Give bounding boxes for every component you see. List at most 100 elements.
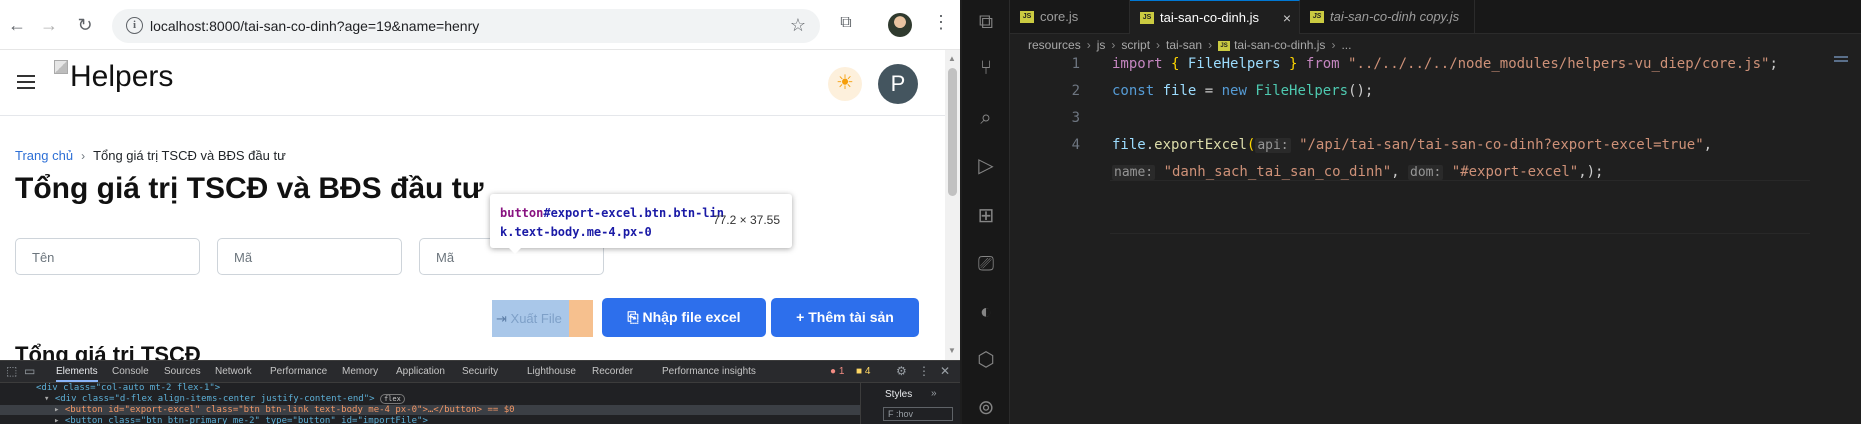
minimap[interactable]: [1834, 56, 1848, 66]
dom-node[interactable]: ▸ <button class="btn btn-primary me-2" t…: [54, 416, 428, 424]
token-identifier: file: [1162, 83, 1197, 99]
breadcrumb-chevron-icon: ›: [1156, 38, 1161, 52]
extensions-icon[interactable]: ⊞: [974, 204, 998, 228]
breadcrumb-segment[interactable]: script: [1121, 38, 1150, 52]
token-new: new: [1221, 83, 1247, 99]
import-label: Nhập file excel: [642, 309, 741, 325]
add-asset-button[interactable]: + Thêm tài sản: [771, 298, 919, 337]
token-identifier: FileHelpers: [1187, 56, 1281, 72]
token-punct: ();: [1348, 83, 1374, 99]
broken-image-icon: [54, 60, 68, 74]
breadcrumb-segment[interactable]: js: [1097, 38, 1106, 52]
breadcrumb-home[interactable]: Trang chủ: [15, 148, 73, 163]
user-avatar[interactable]: P: [878, 64, 918, 104]
devtools-tab-elements[interactable]: Elements: [56, 366, 98, 382]
flex-badge[interactable]: flex: [379, 394, 405, 404]
devtools-tab-console[interactable]: Console: [112, 366, 149, 377]
breadcrumb-chevron-icon: ›: [1111, 38, 1116, 52]
token-identifier: file: [1112, 137, 1146, 153]
scroll-down-icon[interactable]: ▼: [948, 346, 956, 355]
device-toolbar-icon[interactable]: ▭: [24, 364, 35, 378]
browser-menu-icon[interactable]: ⋮: [932, 12, 950, 33]
devtools-tab-lighthouse[interactable]: Lighthouse: [527, 366, 576, 377]
token-string: "#export-excel": [1451, 164, 1579, 180]
site-info-icon[interactable]: i: [126, 17, 143, 34]
page-scrollbar[interactable]: ▲ ▼: [945, 50, 960, 360]
remote-explorer-icon[interactable]: ⎚: [974, 252, 998, 276]
collapse-arrow-icon[interactable]: ▸: [54, 416, 65, 424]
scroll-up-icon[interactable]: ▲: [948, 54, 956, 63]
dom-node-text: <button class="btn btn-primary me-2" typ…: [64, 416, 428, 424]
git-graph-icon[interactable]: ⊚: [974, 396, 998, 420]
logo[interactable]: Helpers: [54, 60, 173, 100]
dom-node[interactable]: ▾ <div class="d-flex align-items-center …: [44, 394, 405, 404]
export-excel-button[interactable]: ⇥ Xuất File: [492, 300, 569, 337]
styles-filter-input[interactable]: F :hov: [883, 407, 953, 421]
token-string: "danh_sach_tai_san_co_dinh": [1163, 164, 1392, 180]
token-method: exportExcel: [1154, 137, 1247, 153]
dom-node-text: <button id="export-excel" class="btn btn…: [64, 405, 515, 415]
code-line-1[interactable]: import { FileHelpers } from "../../../..…: [1112, 56, 1778, 72]
explorer-icon[interactable]: ⧉: [974, 10, 998, 34]
collapse-arrow-icon[interactable]: ▸: [54, 405, 65, 415]
close-devtools-icon[interactable]: ✕: [940, 364, 950, 378]
error-count-badge[interactable]: ● 1: [830, 366, 844, 377]
dom-node[interactable]: <div class="col-auto mt-2 flex-1">: [36, 383, 220, 393]
address-url[interactable]: localhost:8000/tai-san-co-dinh?age=19&na…: [150, 18, 479, 34]
code-line-4[interactable]: file.exportExcel(api: "/api/tai-san/tai-…: [1112, 137, 1712, 153]
code-line-2[interactable]: const file = new FileHelpers();: [1112, 83, 1373, 99]
containers-icon[interactable]: ⬡: [974, 348, 998, 372]
run-debug-icon[interactable]: ▷: [974, 154, 998, 178]
inspect-element-icon[interactable]: ⬚: [6, 364, 17, 378]
scroll-thumb[interactable]: [948, 68, 957, 196]
breadcrumb-segment[interactable]: tai-san: [1166, 38, 1202, 52]
expand-arrow-icon[interactable]: ▾: [44, 394, 55, 404]
selected-dom-node[interactable]: ▸ <button id="export-excel" class="btn b…: [0, 405, 860, 415]
bookmark-star-icon[interactable]: ☆: [790, 15, 806, 36]
profile-avatar[interactable]: [888, 13, 912, 37]
file-import-icon: ⎘: [627, 309, 639, 325]
address-bar[interactable]: i localhost:8000/tai-san-co-dinh?age=19&…: [112, 9, 820, 43]
theme-toggle-sun-icon[interactable]: ☀: [828, 67, 862, 101]
import-excel-button[interactable]: ⎘ Nhập file excel: [602, 298, 766, 337]
code-filter-input[interactable]: Mã: [217, 238, 402, 275]
devtools-tab-recorder[interactable]: Recorder: [592, 366, 633, 377]
more-tabs-icon[interactable]: »: [931, 388, 937, 399]
devtools-tab-memory[interactable]: Memory: [342, 366, 378, 377]
gitlens-icon[interactable]: ◐: [974, 300, 998, 324]
styles-tab[interactable]: Styles: [885, 389, 912, 400]
forward-icon[interactable]: →: [38, 14, 60, 36]
devtools-tab-application[interactable]: Application: [396, 366, 445, 377]
breadcrumb-segment[interactable]: tai-san-co-dinh.js: [1234, 38, 1325, 52]
breadcrumb-segment[interactable]: ...: [1341, 38, 1351, 52]
inlay-hint: api:: [1255, 138, 1291, 153]
name-filter-input[interactable]: Tên: [15, 238, 200, 275]
devtools-tab-security[interactable]: Security: [462, 366, 498, 377]
code-line-4-wrap[interactable]: name: "danh_sach_tai_san_co_dinh", dom: …: [1112, 164, 1604, 180]
devtools-tabbar: ⬚ ▭ Elements Console Sources Network Per…: [0, 361, 960, 383]
extensions-icon[interactable]: ⧉: [836, 14, 856, 34]
settings-gear-icon[interactable]: ⚙: [896, 364, 907, 378]
warning-count-badge[interactable]: ■ 4: [856, 366, 870, 377]
tab-core-js[interactable]: JS core.js: [1010, 0, 1130, 34]
devtools-tab-sources[interactable]: Sources: [164, 366, 201, 377]
tab-tai-san-co-dinh-copy-js[interactable]: JS tai-san-co-dinh copy.js: [1300, 0, 1475, 34]
dom-node-text: <div class="d-flex align-items-center ju…: [54, 394, 375, 404]
source-control-icon[interactable]: ⑂: [974, 56, 998, 80]
devtools-tab-performance-insights[interactable]: Performance insights: [662, 366, 756, 377]
page-title: Tổng giá trị TSCĐ và BĐS đầu tư: [15, 172, 484, 205]
breadcrumb-chevron-icon: ›: [81, 149, 86, 163]
close-tab-icon[interactable]: ×: [1283, 1, 1291, 35]
tab-tai-san-co-dinh-js[interactable]: JS tai-san-co-dinh.js ×: [1130, 0, 1300, 34]
token-punct: ;: [1769, 56, 1778, 72]
breadcrumb-segment[interactable]: resources: [1028, 38, 1081, 52]
back-icon[interactable]: ←: [6, 14, 28, 36]
hamburger-menu-icon[interactable]: [17, 75, 35, 89]
token-class: FileHelpers: [1255, 83, 1349, 99]
reload-icon[interactable]: ↻: [74, 14, 96, 36]
code-editor[interactable]: 1 import { FileHelpers } from "../../../…: [1010, 56, 1861, 424]
search-icon[interactable]: ⌕: [974, 106, 998, 130]
more-options-icon[interactable]: ⋮: [918, 364, 930, 378]
devtools-tab-performance[interactable]: Performance: [270, 366, 327, 377]
devtools-tab-network[interactable]: Network: [215, 366, 252, 377]
